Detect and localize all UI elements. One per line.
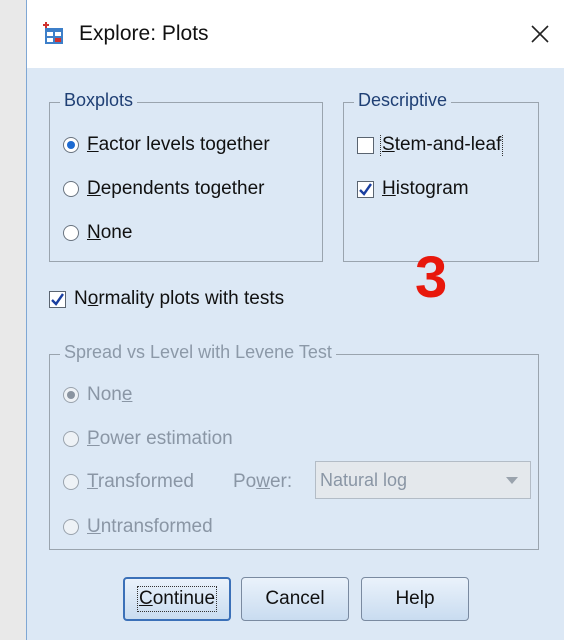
radio-dependents-together[interactable]: Dependents together [63, 178, 264, 200]
radio-transformed[interactable]: Transformed [63, 471, 194, 493]
explore-plots-dialog: Explore: Plots Boxplots Factor levels to… [26, 0, 564, 640]
checkbox-histogram[interactable]: Histogram [357, 178, 469, 200]
close-button[interactable] [516, 10, 564, 58]
radio-button-icon [63, 431, 79, 447]
option-label: Dependents together [87, 178, 265, 199]
option-label: Factor levels together [87, 134, 270, 155]
radio-none[interactable]: None [63, 222, 132, 244]
radio-factor-levels-together[interactable]: Factor levels together [63, 134, 270, 156]
descriptive-legend: Descriptive [354, 90, 452, 111]
radio-button-icon [63, 137, 79, 153]
radio-button-icon [63, 519, 79, 535]
checkbox-stem-and-leaf[interactable]: Stem-and-leaf [357, 134, 529, 156]
radio-button-icon [63, 181, 79, 197]
power-select[interactable]: Natural log [315, 461, 531, 499]
spss-table-icon [43, 22, 63, 44]
option-label: Transformed [87, 471, 195, 492]
radio-button-icon [63, 474, 79, 490]
radio-button-icon [63, 225, 79, 241]
checkbox-icon [49, 290, 66, 308]
continue-button[interactable]: Continue [123, 577, 231, 621]
help-button[interactable]: Help [361, 577, 469, 621]
option-label: None [87, 222, 133, 243]
checkmark-icon [359, 182, 372, 196]
checkbox-normality-plots[interactable]: Normality plots with tests [49, 288, 284, 310]
option-label: None [87, 384, 133, 405]
radio-spread-none[interactable]: None [63, 384, 132, 406]
radio-button-icon [63, 387, 79, 403]
boxplots-legend: Boxplots [60, 90, 138, 111]
power-label: Po w er: [233, 471, 293, 492]
power-select-value: Natural log [320, 470, 408, 490]
button-label: Continue [136, 586, 218, 612]
radio-power-estimation[interactable]: Power estimation [63, 428, 233, 450]
checkmark-icon [51, 292, 64, 306]
title-bar: Explore: Plots [27, 0, 564, 68]
close-icon [531, 25, 549, 43]
window-title: Explore: Plots [79, 22, 209, 45]
dropdown-arrow-icon [506, 477, 518, 484]
annotation-number: 3 [415, 245, 448, 310]
checkbox-icon [357, 180, 374, 198]
option-label: Histogram [382, 178, 469, 199]
spread-legend: Spread vs Level with Levene Test [60, 342, 336, 363]
option-label: Untransformed [87, 516, 213, 537]
checkbox-icon [357, 136, 374, 154]
option-label: Normality plots with tests [74, 288, 285, 309]
cancel-button[interactable]: Cancel [241, 577, 349, 621]
option-label: Stem-and-leaf [379, 134, 504, 156]
option-label: Power estimation [87, 428, 233, 449]
radio-untransformed[interactable]: Untransformed [63, 516, 213, 538]
